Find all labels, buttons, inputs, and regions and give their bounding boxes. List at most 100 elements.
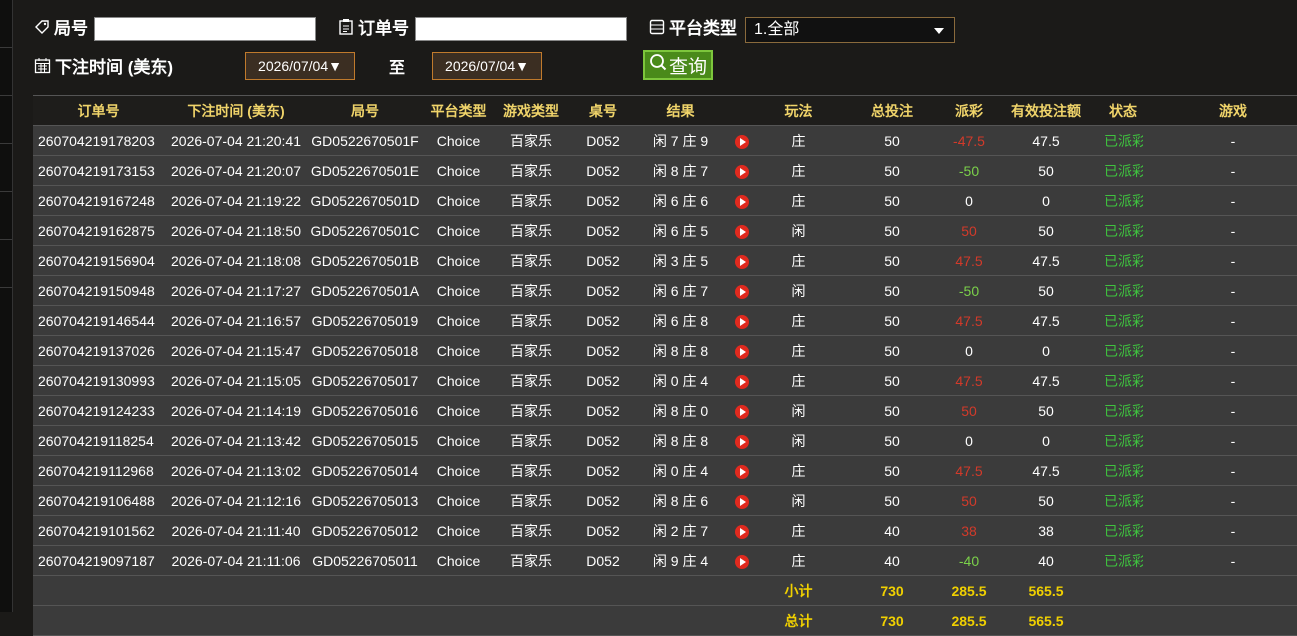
table-row: 260704219173153 2026-07-04 21:20:07 GD0522… <box>33 155 1297 186</box>
round-input[interactable] <box>94 17 316 41</box>
table-row: 260704219124233 2026-07-04 21:14:19 GD0522… <box>33 395 1297 426</box>
game-cell-trailing: - <box>1143 305 1297 336</box>
game-cell: 百家乐 <box>495 245 567 276</box>
valid-bet-cell: 50 <box>989 275 1103 306</box>
valid-bet-cell: 50 <box>989 155 1103 186</box>
time-cell: 2026-07-04 21:20:07 <box>164 155 308 186</box>
date-to-picker[interactable]: 2026/07/04▼ <box>432 52 542 80</box>
order-cell: 260704219101562 <box>33 515 164 546</box>
grandtotal-row: 总计 730 285.5 565.5 <box>33 605 1297 636</box>
play-video-icon[interactable] <box>735 344 749 359</box>
calendar-icon <box>34 57 51 74</box>
play-video-icon[interactable] <box>735 494 749 509</box>
bet-type-cell: 庄 <box>762 455 835 486</box>
play-video-icon[interactable] <box>735 434 749 449</box>
empty-cell <box>1103 605 1143 636</box>
result-cell: 闲 8 庄 8 <box>639 335 722 366</box>
result-cell: 闲 8 庄 7 <box>639 155 722 186</box>
game-cell: 百家乐 <box>495 365 567 396</box>
result-cell: 闲 8 庄 0 <box>639 395 722 426</box>
platform-cell: Choice <box>422 485 495 516</box>
column-header: 玩法 <box>762 95 835 126</box>
empty-cell <box>1143 605 1297 636</box>
table-number-cell: D052 <box>567 275 639 306</box>
video-cell <box>722 215 762 246</box>
game-cell: 百家乐 <box>495 335 567 366</box>
result-cell: 闲 8 庄 6 <box>639 485 722 516</box>
table-number-cell: D052 <box>567 425 639 456</box>
column-header: 平台类型 <box>422 95 495 126</box>
valid-bet-cell: 50 <box>989 395 1103 426</box>
bet-type-cell: 庄 <box>762 335 835 366</box>
order-cell: 260704219106488 <box>33 485 164 516</box>
game-cell: 百家乐 <box>495 305 567 336</box>
filter-panel: 局号 订单号 平台类型 1.全部 下注时间 (美东) 2026/07/04▼ 至… <box>0 0 1297 95</box>
sum-valid-bet: 565.5 <box>989 605 1103 636</box>
video-cell <box>722 485 762 516</box>
play-video-icon[interactable] <box>735 374 749 389</box>
payout-cell: -40 <box>949 545 989 576</box>
video-cell <box>722 245 762 276</box>
total-bet-cell: 50 <box>835 155 949 186</box>
result-cell: 闲 7 庄 9 <box>639 125 722 156</box>
platform-cell: Choice <box>422 305 495 336</box>
status-cell: 已派彩 <box>1103 305 1143 336</box>
table-row: 260704219137026 2026-07-04 21:15:47 GD0522… <box>33 335 1297 366</box>
play-video-icon[interactable] <box>735 464 749 479</box>
platform-cell: Choice <box>422 455 495 486</box>
game-cell: 百家乐 <box>495 455 567 486</box>
empty-cell <box>722 575 762 606</box>
time-cell: 2026-07-04 21:18:50 <box>164 215 308 246</box>
total-bet-cell: 50 <box>835 275 949 306</box>
time-cell: 2026-07-04 21:12:16 <box>164 485 308 516</box>
play-video-icon[interactable] <box>735 254 749 269</box>
platform-label: 平台类型 <box>649 14 737 39</box>
query-button[interactable]: 查询 <box>643 50 713 80</box>
time-cell: 2026-07-04 21:13:02 <box>164 455 308 486</box>
time-cell: 2026-07-04 21:19:22 <box>164 185 308 216</box>
time-cell: 2026-07-04 21:16:57 <box>164 305 308 336</box>
result-cell: 闲 6 庄 8 <box>639 305 722 336</box>
platform-select[interactable]: 1.全部 <box>745 17 955 43</box>
platform-cell: Choice <box>422 335 495 366</box>
game-cell: 百家乐 <box>495 215 567 246</box>
bet-type-cell: 庄 <box>762 245 835 276</box>
order-input[interactable] <box>415 17 627 41</box>
play-video-icon[interactable] <box>735 134 749 149</box>
game-cell: 百家乐 <box>495 515 567 546</box>
time-cell: 2026-07-04 21:15:47 <box>164 335 308 366</box>
total-bet-cell: 50 <box>835 215 949 246</box>
play-video-icon[interactable] <box>735 554 749 569</box>
empty-cell <box>164 605 308 636</box>
total-bet-cell: 50 <box>835 125 949 156</box>
payout-cell: -47.5 <box>949 125 989 156</box>
date-from-picker[interactable]: 2026/07/04▼ <box>245 52 355 80</box>
time-cell: 2026-07-04 21:18:08 <box>164 245 308 276</box>
column-header: 订单号 <box>33 95 164 126</box>
round-cell: GD0522670501F <box>308 125 422 156</box>
order-cell: 260704219173153 <box>33 155 164 186</box>
valid-bet-cell: 47.5 <box>989 365 1103 396</box>
total-bet-cell: 50 <box>835 395 949 426</box>
sum-label: 总计 <box>762 605 835 636</box>
status-cell: 已派彩 <box>1103 365 1143 396</box>
play-video-icon[interactable] <box>735 284 749 299</box>
play-video-icon[interactable] <box>735 224 749 239</box>
table-number-cell: D052 <box>567 155 639 186</box>
play-video-icon[interactable] <box>735 164 749 179</box>
empty-cell <box>567 605 639 636</box>
server-icon <box>649 19 665 35</box>
empty-cell <box>33 575 164 606</box>
play-video-icon[interactable] <box>735 404 749 419</box>
game-cell: 百家乐 <box>495 545 567 576</box>
payout-cell: 38 <box>949 515 989 546</box>
video-cell <box>722 305 762 336</box>
play-video-icon[interactable] <box>735 314 749 329</box>
play-video-icon[interactable] <box>735 194 749 209</box>
bet-type-cell: 庄 <box>762 305 835 336</box>
status-cell: 已派彩 <box>1103 455 1143 486</box>
column-header: 游戏类型 <box>495 95 567 126</box>
platform-cell: Choice <box>422 215 495 246</box>
play-video-icon[interactable] <box>735 524 749 539</box>
game-cell: 百家乐 <box>495 185 567 216</box>
